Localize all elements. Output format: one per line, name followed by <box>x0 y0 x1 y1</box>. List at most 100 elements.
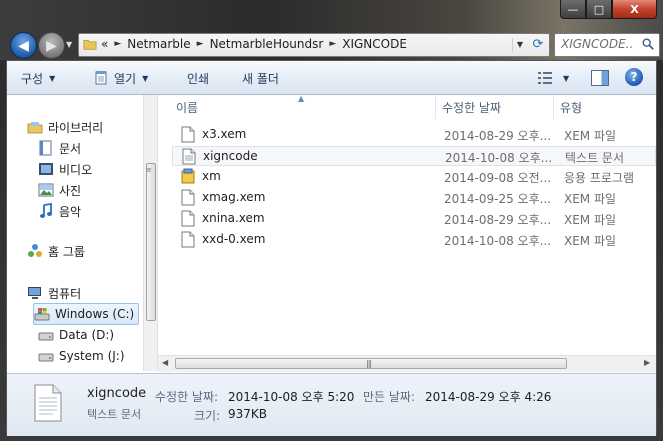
file-type: XEM 파일 <box>564 213 617 227</box>
breadcrumb-separator[interactable]: ► <box>114 39 121 49</box>
help-button[interactable]: ? <box>625 68 643 86</box>
scrollbar-thumb[interactable]: ||| <box>175 358 567 369</box>
text-file-icon <box>182 148 196 165</box>
file-row[interactable]: xm 2014-09-08 오전... 응용 프로그램 <box>172 167 656 187</box>
file-name: xigncode <box>203 149 258 163</box>
breadcrumb-separator[interactable]: ► <box>329 39 336 49</box>
address-history-dropdown[interactable]: ▼ <box>512 38 527 52</box>
details-modified-label: 수정한 날짜: <box>155 390 219 404</box>
scrollbar-grip: ||| <box>366 359 372 368</box>
print-button[interactable]: 인쇄 <box>187 69 209 87</box>
search-input[interactable]: XIGNCODE... <box>554 33 660 57</box>
file-name: xnina.xem <box>202 211 265 225</box>
organize-menu[interactable]: 구성 ▼ <box>21 69 55 87</box>
breadcrumb-separator[interactable]: ► <box>197 39 204 49</box>
file-list-horizontal-scrollbar[interactable]: ◀ ||| ▶ <box>158 355 656 372</box>
view-list-icon <box>538 72 552 84</box>
nav-drive-d[interactable]: Data (D:) <box>38 325 114 345</box>
breadcrumb-netmarble[interactable]: Netmarble <box>127 37 190 51</box>
file-name: x3.xem <box>202 127 247 141</box>
breadcrumb: « ► Netmarble ► NetmarbleHoundsr ► XIGNC… <box>101 37 407 51</box>
file-row[interactable]: xxd-0.xem 2014-10-08 오후... XEM 파일 <box>172 230 656 250</box>
library-icon <box>27 119 43 135</box>
drive-icon <box>38 348 54 364</box>
scrollbar-thumb[interactable] <box>146 163 156 321</box>
file-icon <box>181 126 195 143</box>
videos-icon <box>38 161 54 177</box>
new-folder-button[interactable]: 새 폴더 <box>242 69 279 87</box>
file-row[interactable]: xmag.xem 2014-09-25 오후... XEM 파일 <box>172 188 656 208</box>
file-row[interactable]: xnina.xem 2014-08-29 오후... XEM 파일 <box>172 209 656 229</box>
new-folder-label: 새 폴더 <box>242 71 279 86</box>
nav-drive-j-label: System (J:) <box>59 349 125 363</box>
details-size-label: 크기: <box>194 409 221 423</box>
explorer-window: — □ X ◀ ▶ ▼ « ► Netmarble ► NetmarbleHou… <box>0 0 663 441</box>
navigation-pane: 라이브러리 문서 비디오 사진 음악 홈 그룹 컴퓨터 Windows (C:)… <box>7 95 158 371</box>
file-name: xxd-0.xem <box>202 232 266 246</box>
nav-documents[interactable]: 문서 <box>38 138 81 158</box>
nav-pictures[interactable]: 사진 <box>38 180 81 200</box>
breadcrumb-overflow[interactable]: « <box>101 37 108 51</box>
refresh-icon[interactable]: ⟳ <box>529 36 547 54</box>
back-arrow-icon: ◀ <box>18 37 29 54</box>
nav-drive-j[interactable]: System (J:) <box>38 346 125 366</box>
back-button[interactable]: ◀ <box>10 32 37 59</box>
open-menu[interactable]: 열기 ▼ <box>93 69 148 87</box>
recent-pages-dropdown[interactable]: ▼ <box>66 40 72 49</box>
nav-videos[interactable]: 비디오 <box>38 159 92 179</box>
nav-homegroup[interactable]: 홈 그룹 <box>27 241 85 261</box>
maximize-button[interactable]: □ <box>586 0 612 19</box>
scrollbar-grip: ≡ <box>146 166 152 174</box>
nav-libraries-label: 라이브러리 <box>48 120 104 135</box>
close-button[interactable]: X <box>612 0 657 19</box>
sort-ascending-icon: ▲ <box>298 95 305 103</box>
chevron-down-icon[interactable]: ▼ <box>563 74 569 83</box>
file-modified: 2014-10-08 오후... <box>444 234 552 248</box>
breadcrumb-xigncode[interactable]: XIGNCODE <box>342 37 407 51</box>
windows-drive-icon <box>34 306 50 322</box>
nav-drive-d-label: Data (D:) <box>59 328 115 342</box>
documents-icon <box>38 140 54 156</box>
file-modified: 2014-08-29 오후... <box>444 129 552 143</box>
column-header-modified[interactable]: 수정한 날짜 <box>436 95 554 119</box>
details-file-name: xigncode <box>87 386 147 401</box>
nav-music[interactable]: 음악 <box>38 201 81 221</box>
nav-computer[interactable]: 컴퓨터 <box>27 283 81 303</box>
column-header-name[interactable]: 이름 ▲ <box>158 95 436 119</box>
file-row[interactable]: x3.xem 2014-08-29 오후... XEM 파일 <box>172 125 656 145</box>
organize-label: 구성 <box>21 71 44 86</box>
chevron-down-icon: ▼ <box>142 73 149 83</box>
application-icon <box>181 168 195 184</box>
minimize-button[interactable]: — <box>560 0 586 19</box>
navigation-pane-scrollbar[interactable]: ≡ <box>143 95 157 371</box>
file-modified: 2014-08-29 오후... <box>444 213 552 227</box>
explorer-body: 구성 ▼ 열기 ▼ 인쇄 새 폴더 ▼ ? 라이브러리 문서 비디오 사진 음악… <box>6 60 657 436</box>
file-name: xmag.xem <box>202 190 266 204</box>
column-type-label: 유형 <box>560 100 583 115</box>
nav-libraries[interactable]: 라이브러리 <box>27 117 103 137</box>
breadcrumb-netmarblehoundsr[interactable]: NetmarbleHoundsr <box>210 37 324 51</box>
file-row[interactable]: xigncode 2014-10-08 오후... 텍스트 문서 <box>172 146 656 166</box>
scroll-right-icon[interactable]: ▶ <box>644 358 650 367</box>
file-type: 텍스트 문서 <box>565 151 625 165</box>
forward-button[interactable]: ▶ <box>38 32 65 59</box>
column-header-type[interactable]: 유형 <box>554 95 656 119</box>
file-icon <box>181 210 195 227</box>
search-icon[interactable] <box>641 37 655 51</box>
nav-drive-c-label: Windows (C:) <box>55 307 135 321</box>
change-view-button[interactable]: ▼ <box>537 69 571 87</box>
text-file-icon <box>34 384 62 422</box>
nav-documents-label: 문서 <box>59 141 82 156</box>
file-name: xm <box>202 169 221 183</box>
nav-drive-c[interactable]: Windows (C:) <box>33 303 139 325</box>
nav-music-label: 음악 <box>59 204 82 219</box>
details-modified-value: 2014-10-08 오후 5:20 <box>228 390 355 404</box>
chevron-down-icon: ▼ <box>49 73 56 83</box>
file-type: 응용 프로그램 <box>564 171 635 185</box>
scroll-left-icon[interactable]: ◀ <box>162 358 168 367</box>
address-bar[interactable]: « ► Netmarble ► NetmarbleHoundsr ► XIGNC… <box>78 33 550 57</box>
homegroup-icon <box>27 243 43 259</box>
nav-pictures-label: 사진 <box>59 183 82 198</box>
file-icon <box>181 189 195 206</box>
preview-pane-button[interactable] <box>591 70 609 86</box>
